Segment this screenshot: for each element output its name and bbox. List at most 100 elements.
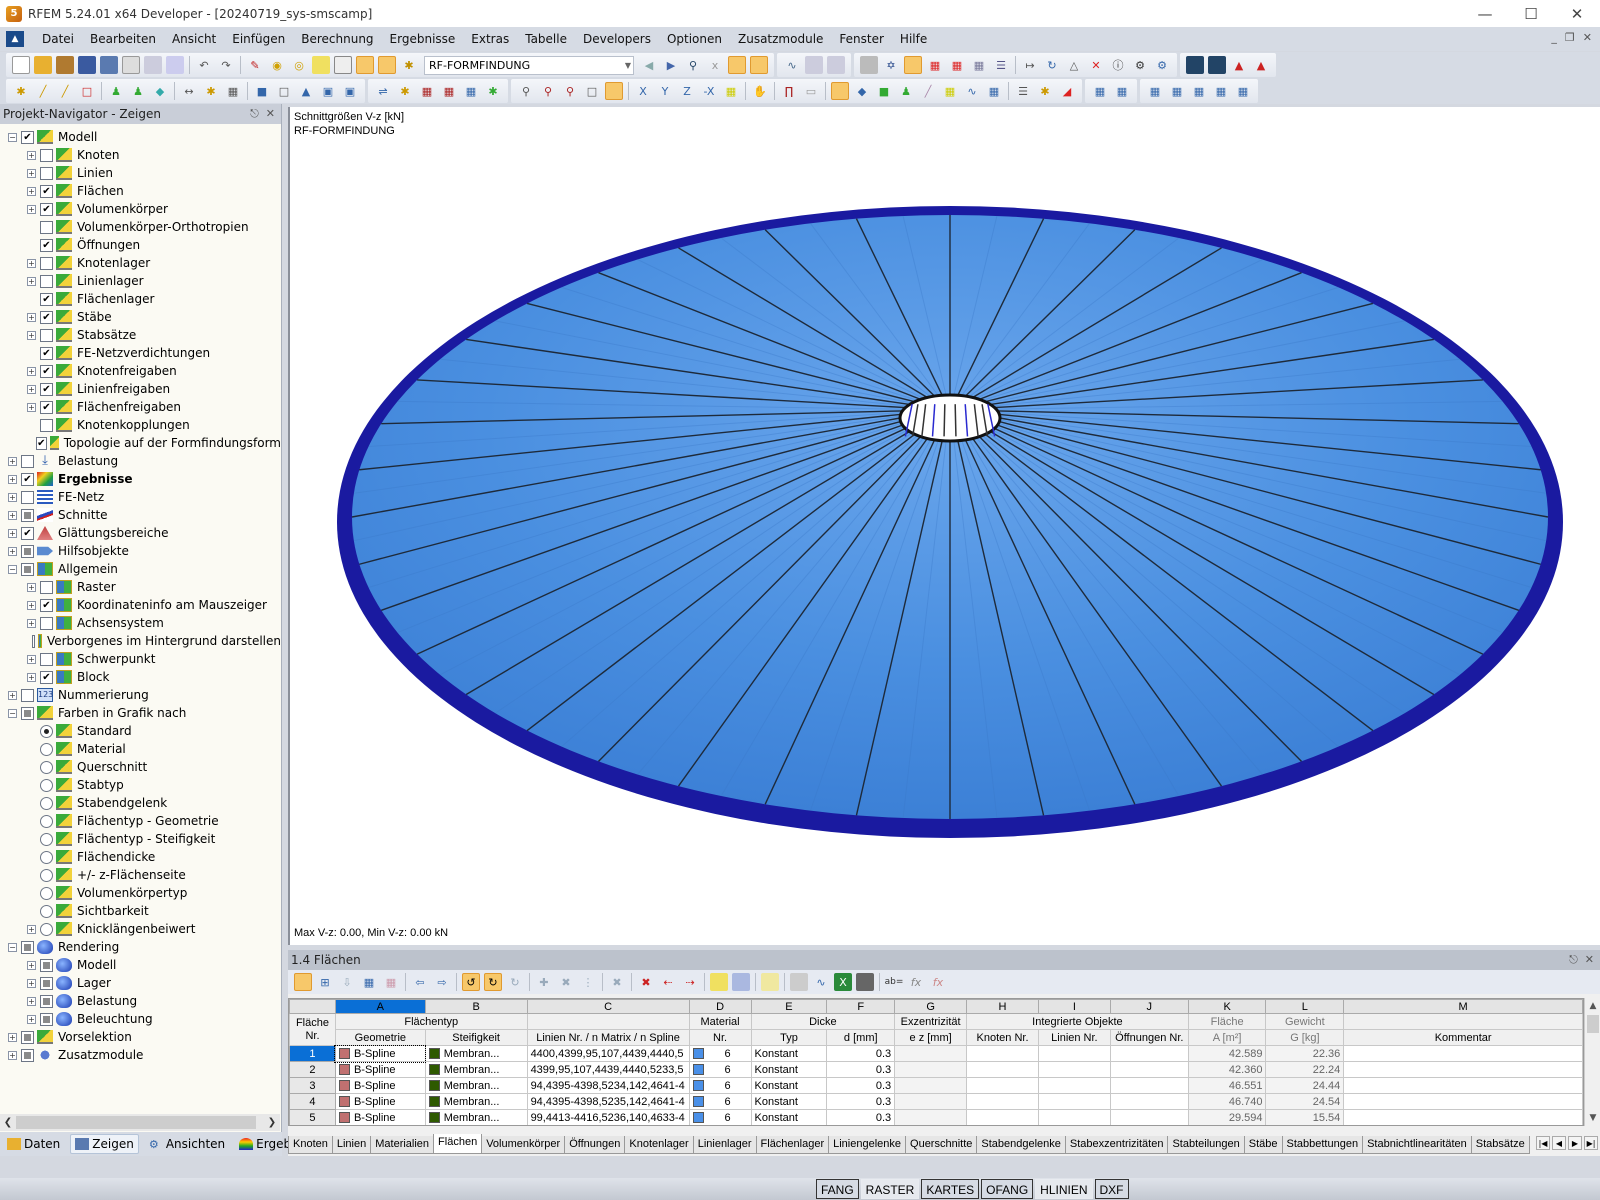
menu-ansicht[interactable]: Ansicht	[164, 32, 224, 46]
nav-tab-ansichten[interactable]: ⚙ Ansichten	[145, 1135, 229, 1153]
tree-node[interactable]: + Raster	[0, 578, 281, 596]
table-tab[interactable]: Stabnichtlinearitäten	[1362, 1136, 1472, 1154]
cell-dicke[interactable]: 0.3	[826, 1077, 896, 1094]
checkbox[interactable]: ✔	[40, 184, 53, 198]
tree-node[interactable]: + ✔ Knotenfreigaben	[0, 362, 281, 380]
checkbox[interactable]	[40, 166, 53, 180]
column-K[interactable]: K	[1187, 999, 1267, 1014]
tree-node[interactable]: + ✔ Koordinateninfo am Mauszeiger	[0, 596, 281, 614]
cell-dicke[interactable]: 0.3	[826, 1093, 896, 1110]
tree-node[interactable]: + ✔ Linienfreigaben	[0, 380, 281, 398]
table-row[interactable]: 4 B-Spline Membran... 94,4395-4398,5235,142…	[289, 1093, 1583, 1110]
status-toggle-fang[interactable]: FANG	[816, 1179, 859, 1199]
view-3d-icon[interactable]	[904, 56, 922, 74]
rotate-icon[interactable]: ↻	[1043, 56, 1061, 74]
expand-icon[interactable]: +	[27, 960, 36, 970]
view-z-icon[interactable]: ▦	[970, 56, 988, 74]
tree-node[interactable]: Flächentyp - Steifigkeit	[0, 830, 281, 848]
fill-icon[interactable]: ▦	[360, 973, 378, 991]
save-model-icon[interactable]	[78, 56, 96, 74]
column-F[interactable]: F	[826, 999, 896, 1014]
cell-kommentar[interactable]	[1343, 1093, 1583, 1110]
table-tab[interactable]: Linienlager	[692, 1136, 757, 1154]
import-icon[interactable]	[1208, 56, 1226, 74]
expand-icon[interactable]: +	[27, 312, 36, 322]
expand-icon[interactable]: +	[27, 150, 36, 160]
table-tab[interactable]: Volumenkörper	[481, 1136, 566, 1154]
table-scrollbar[interactable]: ▲ ▼	[1584, 998, 1600, 1126]
expand-icon[interactable]: +	[27, 672, 36, 682]
table-tab[interactable]: Materialien	[370, 1136, 435, 1154]
tree-node[interactable]: + ✔ Stäbe	[0, 308, 281, 326]
results-support-icon[interactable]: ♟	[897, 82, 915, 100]
checkbox[interactable]	[21, 940, 34, 954]
solid-render-icon[interactable]	[605, 82, 623, 100]
settings-icon[interactable]: ⚙	[1131, 56, 1149, 74]
cell-linien-nr[interactable]	[1037, 1077, 1111, 1094]
tree-node[interactable]: + ✔ Flächen	[0, 182, 281, 200]
cell-steifigkeit[interactable]: Membran...	[424, 1093, 528, 1110]
tree-node[interactable]: Material	[0, 740, 281, 758]
expand-icon[interactable]: +	[27, 276, 36, 286]
cell-exzentrizitaet[interactable]	[894, 1093, 968, 1110]
tree-node[interactable]: + Knoten	[0, 146, 281, 164]
table-row[interactable]: 2 B-Spline Membran... 4399,95,107,4439,4440…	[289, 1061, 1583, 1078]
tree-node[interactable]: + Achsensystem	[0, 614, 281, 632]
table-tab[interactable]: Querschnitte	[905, 1136, 978, 1154]
radio-button[interactable]	[40, 886, 53, 900]
cell-knoten[interactable]	[966, 1077, 1039, 1094]
checkbox[interactable]: ✔	[40, 202, 53, 216]
next-table-icon[interactable]: ⇨	[433, 973, 451, 991]
expand-icon[interactable]: +	[27, 384, 36, 394]
multiply-icon[interactable]: ✖	[557, 973, 575, 991]
checkbox[interactable]	[21, 490, 34, 504]
cell-area[interactable]: 46.740	[1187, 1093, 1267, 1110]
status-toggle-ofang[interactable]: OFANG	[981, 1179, 1034, 1199]
layout1-icon[interactable]: ▦	[1091, 82, 1109, 100]
table-edit-icon[interactable]	[294, 973, 312, 991]
cell-weight[interactable]: 24.44	[1265, 1077, 1345, 1094]
menu-tabelle[interactable]: Tabelle	[517, 32, 575, 46]
status-toggle-dxf[interactable]: DXF	[1094, 1179, 1129, 1199]
next-tab-icon[interactable]: ▶	[1568, 1136, 1582, 1150]
column-L[interactable]: L	[1265, 999, 1345, 1014]
menu-ergebnisse[interactable]: Ergebnisse	[382, 32, 464, 46]
filter-icon[interactable]	[710, 973, 728, 991]
cell-typ[interactable]: Konstant	[750, 1093, 828, 1110]
table-tab[interactable]: Stabteilungen	[1167, 1136, 1245, 1154]
checkbox[interactable]	[21, 706, 34, 720]
info-icon[interactable]: ⓘ	[1109, 56, 1127, 74]
zoom-all-icon[interactable]: ⚲	[517, 82, 535, 100]
expand-icon[interactable]: +	[27, 186, 36, 196]
section-display-icon[interactable]: ▭	[802, 82, 820, 100]
table-toggle-icon[interactable]	[378, 56, 396, 74]
cell-steifigkeit[interactable]: Membran...	[424, 1077, 528, 1094]
scroll-down-icon[interactable]: ▼	[1585, 1110, 1600, 1126]
checkbox[interactable]	[40, 976, 53, 990]
results-section-icon[interactable]: ╱	[919, 82, 937, 100]
select-icon[interactable]: ◉	[268, 56, 286, 74]
open-model-icon[interactable]	[56, 56, 74, 74]
dimension-icon[interactable]: ↔	[180, 82, 198, 100]
close-icon[interactable]: ✕	[266, 107, 275, 120]
tree-node[interactable]: − ✔ Modell	[0, 128, 281, 146]
export-icon[interactable]	[1186, 56, 1204, 74]
tree-node[interactable]: + ✔ Block	[0, 668, 281, 686]
divide-icon[interactable]: ⋮	[579, 973, 597, 991]
checkbox[interactable]	[40, 616, 53, 630]
mdi-close-button[interactable]: ✕	[1583, 31, 1592, 44]
tree-node[interactable]: + Linien	[0, 164, 281, 182]
print-preview-icon[interactable]	[166, 56, 184, 74]
membrane-model[interactable]	[290, 107, 1600, 945]
tree-node[interactable]: Verborgenes im Hintergrund darstellen	[0, 632, 281, 650]
tree-node[interactable]: − Rendering	[0, 938, 281, 956]
checkbox[interactable]	[32, 634, 36, 648]
cell-weight[interactable]: 22.24	[1265, 1061, 1345, 1078]
cell-dicke[interactable]: 0.3	[826, 1061, 896, 1078]
checkbox[interactable]	[40, 652, 53, 666]
results-color-icon[interactable]: ◆	[853, 82, 871, 100]
chart-icon[interactable]: ▦	[382, 973, 400, 991]
column-H[interactable]: H	[966, 999, 1039, 1014]
checkbox[interactable]: ✔	[40, 346, 53, 360]
line-icon[interactable]: ╱	[34, 82, 52, 100]
